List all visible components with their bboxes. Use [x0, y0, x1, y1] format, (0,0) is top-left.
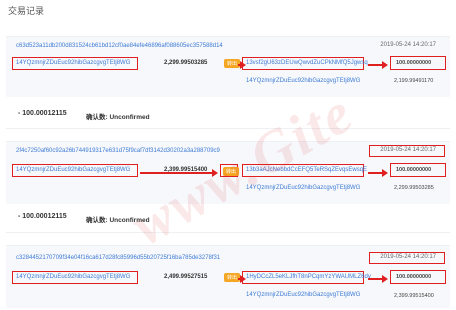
transaction-total: - 100.00012115 — [18, 213, 67, 220]
change-address-link[interactable]: 14YQzmnjrZDuEuc92hibGazcgvgTEtj8WG — [246, 78, 360, 84]
confirmation-status: 确认数: Unconfirmed — [86, 114, 150, 121]
transaction-time: 2019-05-24 14:20:17 — [380, 42, 436, 48]
input-address-link[interactable]: 14YQzmnjrZDuEuc92hibGazcgvgTEtj8WG — [16, 60, 130, 66]
direction-badge: 转出 — [223, 167, 240, 176]
confirmation-status: 确认数: Unconfirmed — [86, 217, 150, 224]
transaction-total: - 100.00012115 — [18, 110, 67, 117]
output-amount: 100.00000000 — [396, 274, 432, 280]
change-address-link[interactable]: 14YQzmnjrZDuEuc92hibGazcgvgTEtj8WG — [246, 292, 360, 298]
transaction-time: 2019-05-24 14:20:17 — [380, 254, 436, 260]
output-amount: 100.00000000 — [396, 60, 432, 66]
divider — [6, 128, 450, 129]
flow-arrow — [368, 169, 388, 176]
transaction-card-2: 2f4c7250af60c92a26b744919317e631d75f9caf… — [6, 141, 450, 204]
change-amount: 2,399.99515400 — [394, 293, 434, 299]
output-amount: 100.00000000 — [396, 167, 432, 173]
change-amount: 2,299.99503285 — [394, 185, 434, 191]
flow-arrow — [368, 275, 388, 282]
flow-arrow — [368, 61, 388, 68]
output-address-link[interactable]: 13b3aAJcNebbdCcEFQ5TeRSqZEvqsEwsqE — [246, 167, 367, 173]
change-amount: 2,199.99491170 — [394, 78, 434, 84]
transaction-time: 2019-05-24 14:20:17 — [380, 147, 436, 153]
output-address-link[interactable]: 13vsf2gU63zDEUwQwvdZuCPkNMfQ5Jgwsq — [246, 60, 368, 66]
input-address-link[interactable]: 14YQzmnjrZDuEuc92hibGazcgvgTEtj8WG — [16, 274, 130, 280]
divider — [6, 232, 450, 233]
transaction-hash-link[interactable]: 2f4c7250af60c92a26b744919317e631d75f9caf… — [16, 148, 220, 154]
input-amount: 2,499.99527515 — [164, 274, 208, 280]
output-address-link[interactable]: 1HyDCcZL5eKLJfhT8nPCqmYzYWAUMLZ6dy — [246, 274, 371, 280]
transaction-card-1: c63d523a11db200d831524cb61bd12cf0ae84efe… — [6, 36, 450, 97]
input-amount: 2,299.99503285 — [164, 60, 208, 66]
input-amount: 2,399.99515400 — [164, 167, 208, 173]
change-address-link[interactable]: 14YQzmnjrZDuEuc92hibGazcgvgTEtj8WG — [246, 185, 360, 191]
transaction-hash-link[interactable]: c3284452170709f34e04f16ca617d28fc85996d5… — [16, 255, 220, 261]
transaction-hash-link[interactable]: c63d523a11db200d831524cb61bd12cf0ae84efe… — [16, 43, 223, 49]
input-address-link[interactable]: 14YQzmnjrZDuEuc92hibGazcgvgTEtj8WG — [16, 167, 130, 173]
page-title: 交易记录 — [8, 6, 45, 16]
transaction-card-3: c3284452170709f34e04f16ca617d28fc85996d5… — [6, 245, 450, 308]
